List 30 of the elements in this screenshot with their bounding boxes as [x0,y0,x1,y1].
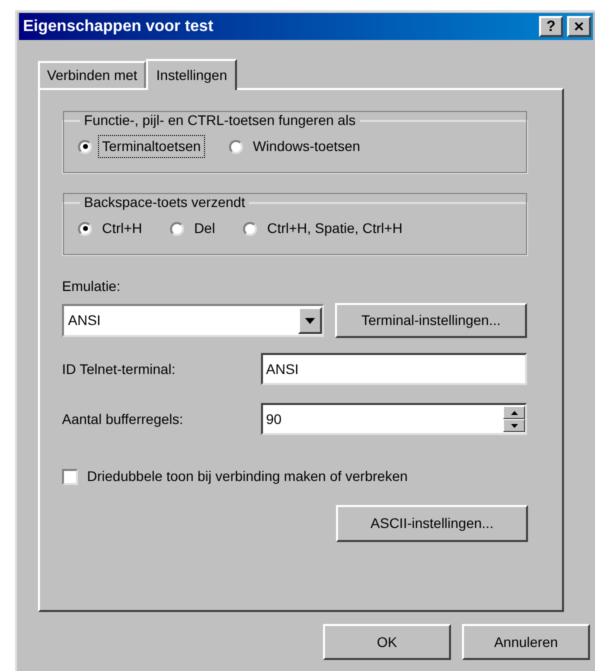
radio-button[interactable] [78,222,92,236]
window-title: Eigenschappen voor test [23,16,214,36]
terminal-settings-button[interactable]: Terminal-instellingen... [335,303,527,338]
option-label: Windows-toetsen [252,137,362,156]
option-label: Ctrl+H [101,219,144,238]
field-label: ID Telnet-terminal: [62,360,176,376]
terminal-id-field[interactable]: ANSI [261,353,527,385]
spinner-icon [503,406,525,432]
group-title: Functie-, pijl- en CTRL-toetsen fungeren als [83,111,357,130]
cancel-button[interactable]: Annuleren [462,624,590,660]
option-label: Terminaltoetsen [98,135,205,158]
group-title: Backspace-toets verzendt [83,193,246,212]
radio-button[interactable] [228,140,243,154]
ok-button[interactable]: OK [323,624,451,660]
tab[interactable]: Instellingen [146,59,238,90]
field-label: Emulatie: [62,277,120,296]
checkbox-label: Driedubbele toon bij verbinding maken of verbreken [87,467,408,486]
option-label: Ctrl+H, Spatie, Ctrl+H [266,219,404,238]
radio-button[interactable] [170,222,184,236]
field-label: Aantal bufferregels: [62,410,184,426]
ascii-settings-button[interactable]: ASCII-instellingen... [336,505,528,542]
emulation-dropdown[interactable]: ANSI [62,304,324,337]
radio-button[interactable] [243,222,258,236]
checkbox[interactable] [62,468,78,484]
option-label: Del [193,219,216,238]
radio-button[interactable] [78,140,92,154]
help-button[interactable]: ? [539,16,563,37]
close-button[interactable]: × [567,16,591,37]
buffer-lines-spinbox[interactable]: 90 [261,403,527,435]
tab[interactable]: Verbinden met [38,61,146,88]
